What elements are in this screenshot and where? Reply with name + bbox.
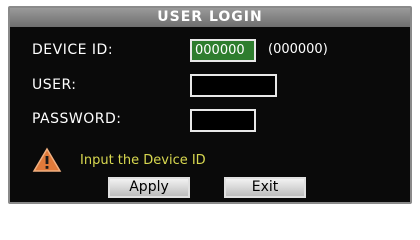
password-label: PASSWORD: — [32, 111, 122, 127]
user-input[interactable] — [190, 74, 277, 97]
device-id-hint: (000000) — [268, 42, 328, 57]
device-id-input[interactable] — [190, 39, 256, 62]
device-id-label: DEVICE ID: — [32, 42, 114, 58]
apply-button[interactable]: Apply — [108, 177, 190, 198]
user-label: USER: — [32, 77, 77, 93]
warning-message: Input the Device ID — [80, 153, 206, 168]
user-login-dialog: USER LOGIN DEVICE ID: (000000) USER: PAS… — [8, 6, 412, 204]
warning-triangle-icon — [32, 147, 62, 172]
exit-button[interactable]: Exit — [224, 177, 306, 198]
password-input[interactable] — [190, 109, 256, 132]
dialog-title: USER LOGIN — [10, 8, 410, 27]
